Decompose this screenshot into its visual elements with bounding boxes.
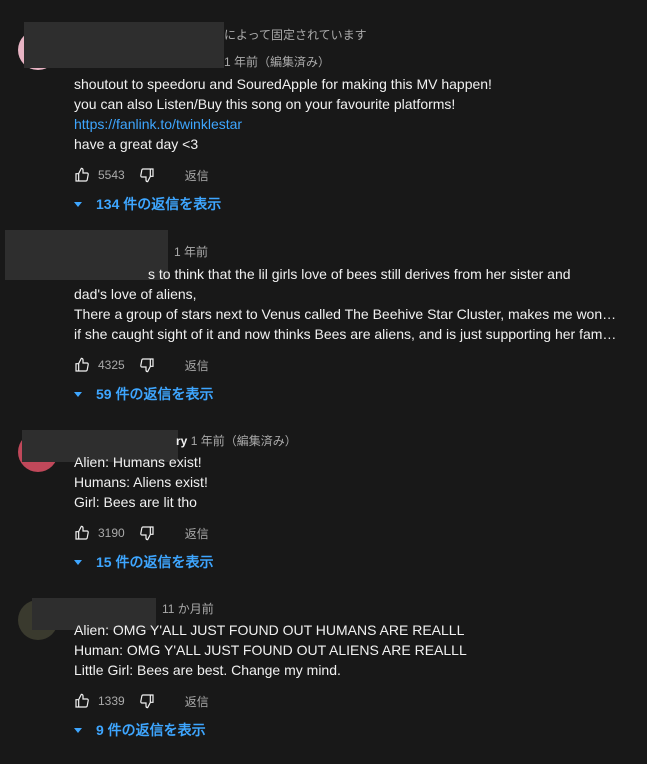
comment-body: Alien: Humans exist! Humans: Aliens exis… — [74, 452, 208, 512]
comment-line: dad's love of aliens, — [74, 286, 197, 302]
comment-timestamp: 1 年前（編集済み） — [190, 434, 297, 448]
comment-line-text: s to think that the lil girls love of be… — [148, 266, 571, 282]
thumbs-down-icon[interactable] — [139, 693, 155, 709]
comment-line: Alien: Humans exist! — [74, 454, 202, 470]
thumbs-up-icon[interactable] — [74, 525, 90, 541]
reply-button[interactable]: 返信 — [185, 167, 209, 184]
comment-line: Little Girl: Bees are best. Change my mi… — [74, 662, 341, 678]
comment-line: Humans: Aliens exist! — [74, 474, 208, 490]
comment-actions: 1339 返信 — [74, 691, 209, 711]
view-replies-label: 9 件の返信を表示 — [96, 722, 206, 738]
comment-line: have a great day <3 — [74, 136, 199, 152]
comment-link[interactable]: https://fanlink.to/twinklestar — [74, 114, 492, 134]
comment-line: you can also Listen/Buy this song on you… — [74, 96, 456, 112]
view-replies-button[interactable]: 134 件の返信を表示 — [72, 194, 221, 214]
comment-line: Girl: Bees are lit tho — [74, 494, 197, 510]
view-replies-label: 15 件の返信を表示 — [96, 554, 214, 570]
comment-line: shoutout to speedoru and SouredApple for… — [74, 76, 492, 92]
chevron-down-icon — [74, 391, 82, 397]
pinned-label: によって固定されています — [224, 28, 367, 42]
view-replies-button[interactable]: 9 件の返信を表示 — [72, 720, 206, 740]
comment-timestamp[interactable]: 1 年前（編集済み） — [224, 53, 330, 70]
like-count: 1339 — [98, 694, 125, 708]
like-count: 4325 — [98, 358, 125, 372]
comment-line: s to think that the lil girls love of be… — [74, 264, 619, 284]
view-replies-label: 59 件の返信を表示 — [96, 386, 214, 402]
thumbs-down-icon[interactable] — [139, 525, 155, 541]
view-replies-button[interactable]: 15 件の返信を表示 — [72, 552, 213, 572]
chevron-down-icon — [74, 201, 82, 207]
chevron-down-icon — [74, 559, 82, 565]
thumbs-up-icon[interactable] — [74, 167, 90, 183]
comment-actions: 3190 返信 — [74, 523, 209, 543]
like-count: 3190 — [98, 526, 125, 540]
comment-timestamp[interactable]: 1 年前 — [174, 243, 208, 260]
thumbs-down-icon[interactable] — [139, 167, 155, 183]
view-replies-button[interactable]: 59 件の返信を表示 — [72, 384, 213, 404]
comment-line: Alien: OMG Y'ALL JUST FOUND OUT HUMANS A… — [74, 622, 465, 638]
comment-line: There a group of stars next to Venus cal… — [74, 306, 619, 322]
reply-button[interactable]: 返信 — [185, 357, 209, 374]
redacted-author — [24, 22, 224, 68]
comment-line: if she caught sight of it and now thinks… — [74, 326, 619, 342]
reply-button[interactable]: 返信 — [185, 693, 209, 710]
author-name-fragment: ry — [176, 434, 188, 448]
thumbs-down-icon[interactable] — [139, 357, 155, 373]
comment-line: Human: OMG Y'ALL JUST FOUND OUT ALIENS A… — [74, 642, 467, 658]
comment-actions: 5543 返信 — [74, 165, 209, 185]
thumbs-up-icon[interactable] — [74, 357, 90, 373]
thumbs-up-icon[interactable] — [74, 693, 90, 709]
comment-body: Alien: OMG Y'ALL JUST FOUND OUT HUMANS A… — [74, 620, 467, 680]
like-count: 5543 — [98, 168, 125, 182]
chevron-down-icon — [74, 727, 82, 733]
comment-body: shoutout to speedoru and SouredApple for… — [74, 74, 492, 154]
comment-actions: 4325 返信 — [74, 355, 209, 375]
view-replies-label: 134 件の返信を表示 — [96, 196, 222, 212]
comment-timestamp[interactable]: 11 か月前 — [162, 600, 214, 617]
comment-author-meta[interactable]: ry 1 年前（編集済み） — [176, 432, 297, 449]
reply-button[interactable]: 返信 — [185, 525, 209, 542]
comment-body: s to think that the lil girls love of be… — [74, 264, 619, 344]
